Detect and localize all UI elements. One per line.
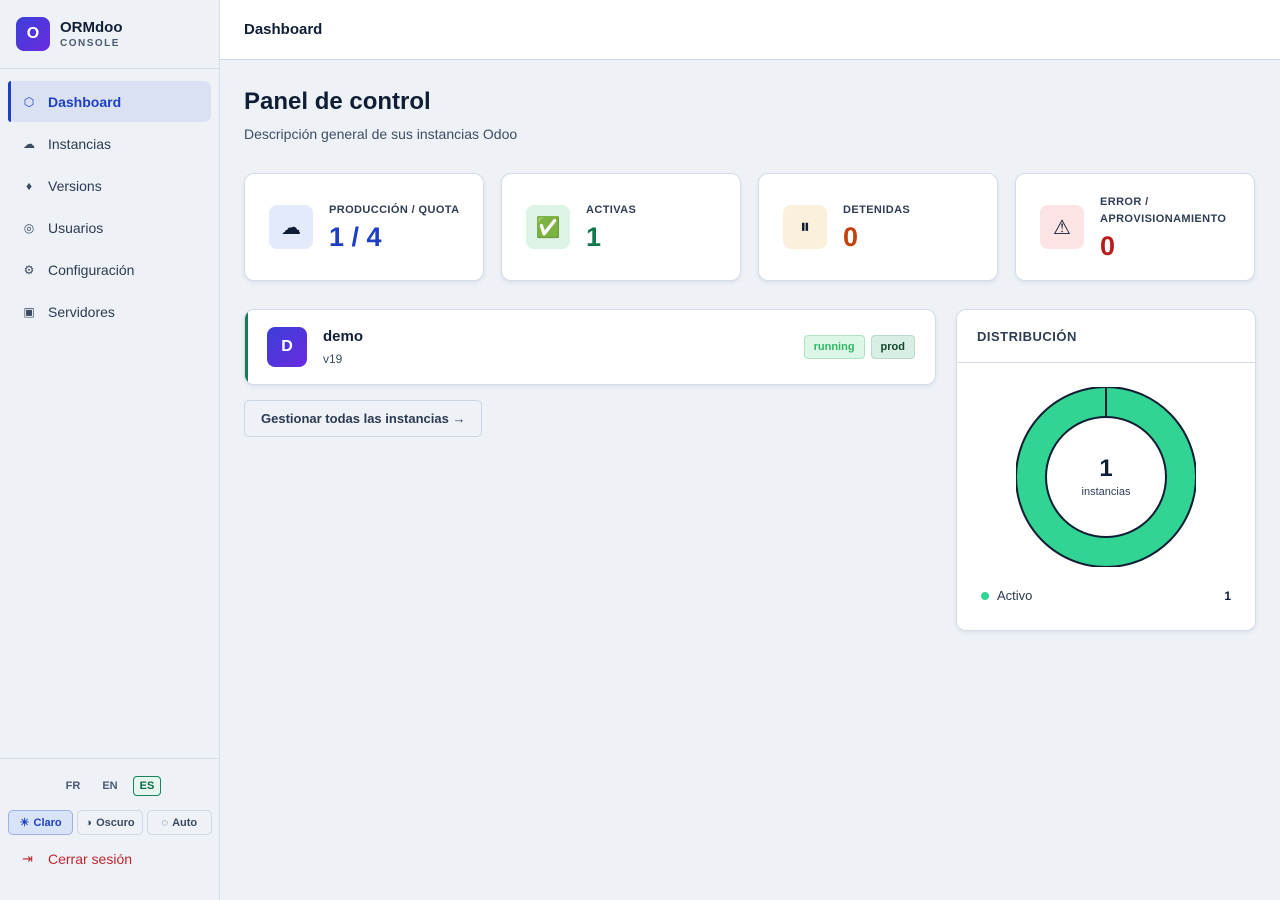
sidebar-item-label: Dashboard xyxy=(48,93,122,110)
sidebar-item-configuracion[interactable]: ⚙ Configuración xyxy=(8,249,211,290)
donut-total-label: instancias xyxy=(1081,486,1131,498)
pause-icon: ⏸ xyxy=(783,205,827,249)
stat-value: 1 / 4 xyxy=(329,222,382,252)
page-subtitle: Descripción general de sus instancias Od… xyxy=(244,126,518,142)
sidebar-item-versions[interactable]: ♦ Versions xyxy=(8,165,211,206)
page-title: Panel de control xyxy=(244,88,431,115)
logout-label: Cerrar sesión xyxy=(48,851,133,867)
theme-label: Claro xyxy=(33,816,62,829)
stat-label: ACTIVAS xyxy=(586,204,637,216)
donut-total: 1 xyxy=(1099,455,1113,482)
stat-value: 0 xyxy=(1100,230,1116,261)
stats-row: ☁ PRODUCCIÓN / QUOTA 1 / 4 ✅ ACTIVAS 1 ⏸… xyxy=(244,173,1256,281)
environment-badge: prod xyxy=(870,335,915,359)
distribution-card: DISTRIBUCIÓN 1 instancias Activo 1 xyxy=(956,309,1256,631)
legend-name: Activo xyxy=(997,588,1033,603)
server-icon: ▣ xyxy=(23,304,35,319)
sidebar-item-label: Versions xyxy=(48,177,102,194)
theme-label: Oscuro xyxy=(96,816,135,829)
theme-light-button[interactable]: ☀ Claro xyxy=(8,810,74,835)
brand-subtitle: CONSOLE xyxy=(60,38,120,49)
gear-icon: ⚙ xyxy=(23,262,35,277)
legend-item: Activo 1 xyxy=(981,588,1231,603)
language-es[interactable]: ES xyxy=(132,776,162,796)
main-content: Panel de control Descripción general de … xyxy=(244,60,1256,631)
logout-icon: ⇥ xyxy=(22,851,33,866)
distribution-title: DISTRIBUCIÓN xyxy=(957,310,1255,363)
stat-label: PRODUCCIÓN / QUOTA xyxy=(329,204,460,216)
distribution-donut: 1 instancias xyxy=(1015,386,1197,568)
instance-name: demo xyxy=(323,328,364,345)
stat-card-stopped: ⏸ DETENIDAS 0 xyxy=(758,173,998,281)
sidebar-footer: FR EN ES ☀ Claro ◑ Oscuro ◌ Auto ⇥ Cerra… xyxy=(0,758,220,900)
check-icon: ✅ xyxy=(526,205,570,249)
user-circle-icon: ◎ xyxy=(23,220,35,235)
sidebar-item-label: Usuarios xyxy=(48,219,104,236)
topbar: Dashboard xyxy=(220,0,1280,60)
stat-value: 0 xyxy=(843,222,859,252)
brand-logo: O xyxy=(16,17,50,51)
warning-icon: ⚠ xyxy=(1040,205,1084,249)
theme-switcher: ☀ Claro ◑ Oscuro ◌ Auto xyxy=(8,810,212,835)
diamond-icon: ♦ xyxy=(25,178,33,193)
stat-card-production: ☁ PRODUCCIÓN / QUOTA 1 / 4 xyxy=(244,173,484,281)
language-en[interactable]: EN xyxy=(95,776,124,796)
logout-button[interactable]: ⇥ Cerrar sesión xyxy=(0,851,220,867)
instance-card[interactable]: D demo v19 running prod xyxy=(244,309,936,385)
half-moon-icon: ◑ xyxy=(85,816,93,829)
sidebar-item-label: Configuración xyxy=(48,261,135,278)
sidebar-item-usuarios[interactable]: ◎ Usuarios xyxy=(8,207,211,248)
hexagon-icon: ⬡ xyxy=(23,94,35,109)
sidebar-item-label: Instancias xyxy=(48,135,112,152)
stat-value: 1 xyxy=(586,222,602,252)
cloud-icon: ☁ xyxy=(23,136,35,151)
auto-icon: ◌ xyxy=(161,816,169,829)
stat-label: ERROR / APROVISIONAMIENTO xyxy=(1100,195,1227,225)
theme-label: Auto xyxy=(172,816,198,829)
language-fr[interactable]: FR xyxy=(59,776,88,796)
status-badge: running xyxy=(803,335,865,359)
brand[interactable]: O ORMdoo CONSOLE xyxy=(0,0,219,69)
instance-version: v19 xyxy=(323,352,343,366)
stat-label: DETENIDAS xyxy=(843,204,911,216)
theme-auto-button[interactable]: ◌ Auto xyxy=(146,810,212,835)
language-switcher: FR EN ES xyxy=(0,776,220,796)
sidebar-item-dashboard[interactable]: ⬡ Dashboard xyxy=(8,81,211,122)
legend-value: 1 xyxy=(1224,588,1231,603)
sidebar-item-label: Servidores xyxy=(48,303,115,320)
brand-name: ORMdoo xyxy=(60,19,123,36)
sidebar-item-instancias[interactable]: ☁ Instancias xyxy=(8,123,211,164)
cloud-icon: ☁ xyxy=(269,205,313,249)
legend-dot xyxy=(981,591,989,600)
topbar-title: Dashboard xyxy=(244,21,323,38)
stat-card-active: ✅ ACTIVAS 1 xyxy=(501,173,741,281)
sun-icon: ☀ xyxy=(19,817,30,829)
theme-dark-button[interactable]: ◑ Oscuro xyxy=(77,810,143,835)
sidebar-nav: ⬡ Dashboard ☁ Instancias ♦ Versions ◎ Us… xyxy=(0,81,219,332)
manage-instances-button[interactable]: Gestionar todas las instancias → xyxy=(244,400,483,437)
instance-avatar: D xyxy=(267,327,307,367)
sidebar: O ORMdoo CONSOLE ⬡ Dashboard ☁ Instancia… xyxy=(0,0,220,900)
stat-card-error: ⚠ ERROR / APROVISIONAMIENTO 0 xyxy=(1015,173,1255,281)
sidebar-item-servidores[interactable]: ▣ Servidores xyxy=(8,291,211,332)
